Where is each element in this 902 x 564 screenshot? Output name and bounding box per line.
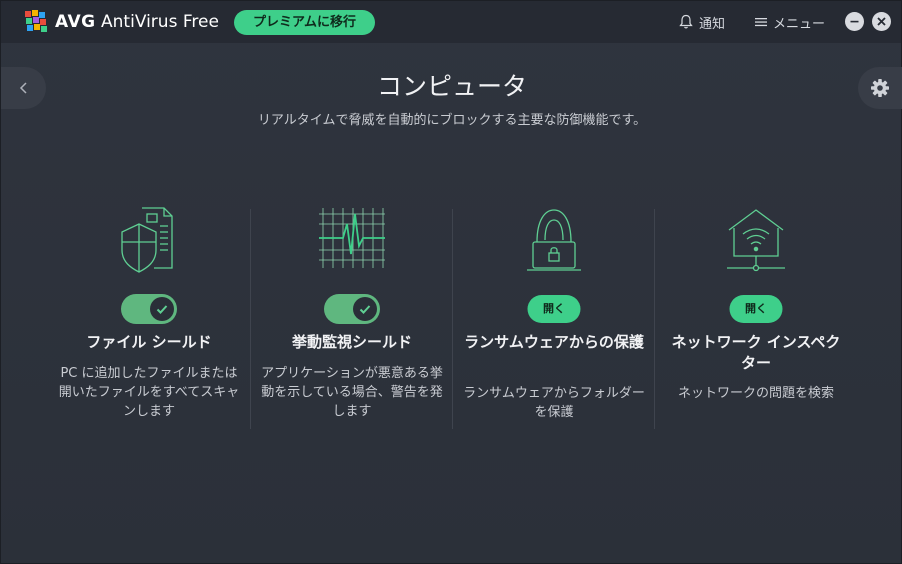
bell-icon <box>679 14 693 29</box>
toggle-knob <box>353 297 377 321</box>
brand-name: AVG <box>55 12 96 32</box>
notifications-button[interactable]: 通知 <box>679 12 725 32</box>
hamburger-icon <box>755 18 767 27</box>
brand-product: AntiVirus Free <box>95 12 219 32</box>
upgrade-premium-button[interactable]: プレミアムに移行 <box>234 10 375 35</box>
minimize-icon <box>850 20 859 23</box>
minimize-button[interactable] <box>845 12 864 31</box>
heartbeat-monitor-icon <box>319 208 385 268</box>
feature-file-shield: ファイル シールド PC に追加したファイルまたは開いたファイルをすべてスキャン… <box>48 206 250 431</box>
feature-name: ランサムウェアからの保護 <box>464 333 644 351</box>
page-title: コンピュータ <box>376 72 527 101</box>
notifications-label: 通知 <box>699 16 726 32</box>
feature-network-inspector: 開く ネットワーク インスペクター ネットワークの問題を検索 <box>655 206 857 431</box>
network-inspector-open-button[interactable]: 開く <box>729 295 783 323</box>
title-bar: AVG AntiVirus Free プレミアムに移行 通知 メニュー <box>1 1 901 43</box>
file-shield-icon <box>121 207 173 273</box>
close-icon <box>877 17 886 26</box>
feature-description: ランサムウェアからフォルダーを保護 <box>463 386 645 420</box>
feature-name: 挙動監視シールド <box>291 333 412 351</box>
checkmark-icon <box>156 305 168 314</box>
menu-button[interactable]: メニュー <box>755 12 825 32</box>
app-title: AVG AntiVirus Free <box>55 12 219 32</box>
checkmark-icon <box>359 305 371 314</box>
ransomware-open-button[interactable]: 開く <box>527 295 581 323</box>
home-wifi-network-icon <box>727 209 785 272</box>
feature-description: アプリケーションが悪意ある挙動を示している場合、警告を発します <box>261 366 443 419</box>
app-window: AVG AntiVirus Free プレミアムに移行 通知 メニュー コンピュ… <box>0 0 902 564</box>
feature-description: PC に追加したファイルまたは開いたファイルをすべてスキャンします <box>58 366 240 419</box>
close-button[interactable] <box>872 12 891 31</box>
feature-name: ファイル シールド <box>86 333 212 351</box>
toggle-knob <box>150 297 174 321</box>
behavior-shield-toggle[interactable] <box>324 294 380 324</box>
feature-behavior-shield: 挙動監視シールド アプリケーションが悪意ある挙動を示している場合、警告を発します <box>251 206 453 431</box>
feature-name: ネットワーク インスペクター <box>671 333 841 372</box>
page-subtitle: リアルタイムで脅威を自動的にブロックする主要な防御機能です。 <box>257 113 647 128</box>
menu-label: メニュー <box>773 16 826 32</box>
avg-logo-icon <box>25 10 47 32</box>
file-shield-toggle[interactable] <box>121 294 177 324</box>
feature-ransomware-protection: 開く ランサムウェアからの保護 ランサムウェアからフォルダーを保護 <box>453 206 655 431</box>
feature-description: ネットワークの問題を検索 <box>677 386 834 401</box>
hooded-hacker-laptop-icon <box>527 209 581 271</box>
